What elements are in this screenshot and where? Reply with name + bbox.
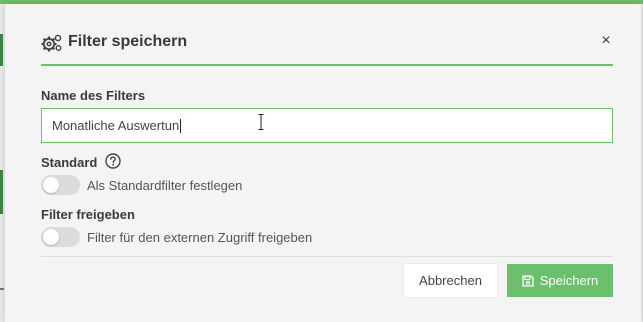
toggle-knob: [43, 229, 59, 245]
save-button-label: Speichern: [539, 273, 599, 288]
filter-name-value: Monatliche Auswertun: [52, 118, 180, 133]
gears-icon: [41, 33, 63, 53]
cancel-button[interactable]: Abbrechen: [404, 264, 497, 297]
dialog-title: Filter speichern: [68, 33, 188, 50]
filter-name-input[interactable]: Monatliche Auswertun: [41, 108, 613, 143]
text-caret: [180, 118, 182, 133]
share-filter-toggle[interactable]: [41, 227, 80, 247]
floppy-disk-icon: [522, 274, 534, 287]
footer-divider: [41, 256, 613, 257]
background-dash: [0, 288, 4, 290]
save-filter-dialog: Filter speichern × Name des Filters Mona…: [5, 4, 641, 322]
cancel-button-label: Abbrechen: [419, 273, 482, 288]
standard-label: Standard: [41, 155, 98, 170]
filter-name-field[interactable]: Monatliche Auswertun: [41, 108, 613, 143]
background-accent: [0, 170, 3, 214]
background-accent: [0, 34, 3, 66]
share-filter-toggle-label: Filter für den externen Zugriff freigebe…: [87, 230, 313, 245]
question-circle-icon[interactable]: [105, 153, 121, 169]
standard-filter-toggle[interactable]: [41, 175, 80, 195]
save-button[interactable]: Speichern: [507, 264, 613, 297]
dialog-header: Filter speichern ×: [41, 28, 613, 66]
filter-name-label: Name des Filters: [41, 88, 146, 103]
close-icon[interactable]: ×: [599, 33, 613, 49]
standard-filter-toggle-label: Als Standardfilter festlegen: [87, 178, 243, 193]
toggle-knob: [43, 177, 59, 193]
ibeam-cursor-icon: [258, 114, 264, 130]
share-filter-label: Filter freigeben: [41, 207, 135, 222]
